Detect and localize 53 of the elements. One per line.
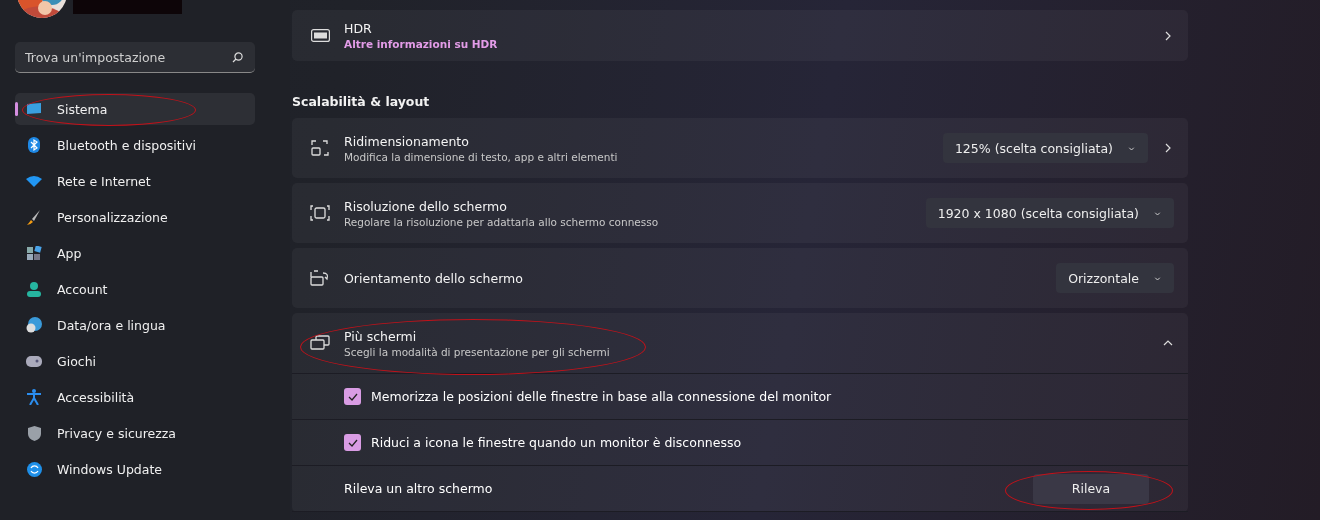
- rotate-screen-icon: [310, 270, 330, 286]
- setting-description: Scegli la modalità di presentazione per gli schermi: [344, 345, 611, 358]
- resize-icon: [311, 139, 329, 157]
- checkbox-label: Memorizza le posizioni delle finestre in base alla connessione del monitor: [371, 389, 832, 404]
- check-icon: [347, 438, 358, 447]
- bluetooth-icon: [28, 137, 40, 153]
- nav-item[interactable]: Windows Update: [15, 453, 255, 485]
- setting-title: Ridimensionamento: [344, 133, 470, 149]
- nav-item[interactable]: Privacy e sicurezza: [15, 417, 255, 449]
- selection-indicator: [15, 102, 18, 116]
- setting-description: Regolare la risoluzione per adattarla allo schermo connesso: [344, 215, 660, 228]
- dropdown[interactable]: 1920 x 1080 (scelta consigliata): [925, 198, 1174, 228]
- detect-button[interactable]: Rileva: [1033, 473, 1149, 504]
- setting-title: Risoluzione dello schermo: [344, 198, 508, 214]
- nav-item[interactable]: Giochi: [15, 345, 255, 377]
- setting-title: HDR: [344, 21, 373, 36]
- checkbox[interactable]: [344, 388, 361, 405]
- person-icon: [27, 281, 41, 297]
- nav-item[interactable]: Bluetooth e dispositivi: [15, 129, 255, 161]
- nav-item[interactable]: Sistema: [15, 93, 255, 125]
- multi-display-header[interactable]: Più schermi Scegli la modalità di presentazione per gli schermi: [292, 313, 1188, 374]
- hdr-info-link[interactable]: Altre informazioni su HDR: [344, 38, 1148, 50]
- nav-item[interactable]: App: [15, 237, 255, 269]
- accessibility-icon: [27, 389, 41, 405]
- globe-clock-icon: [26, 317, 42, 333]
- check-icon: [347, 392, 358, 401]
- checkbox[interactable]: [344, 434, 361, 451]
- nav-item[interactable]: Account: [15, 273, 255, 305]
- nav-item[interactable]: Rete e Internet: [15, 165, 255, 197]
- dropdown[interactable]: Orizzontale: [1056, 263, 1174, 293]
- setting-description: Modifica la dimensione di testo, app e altri elementi: [344, 150, 619, 163]
- section-title: Scalabilità & layout: [292, 94, 431, 109]
- search-icon: [232, 52, 243, 63]
- checkbox-label: Riduci a icona le finestre quando un monitor è disconnesso: [371, 435, 742, 450]
- brush-icon: [27, 209, 41, 225]
- resolution-icon: [310, 205, 330, 221]
- nav-item[interactable]: Data/ora e lingua: [15, 309, 255, 341]
- gamepad-icon: [26, 355, 42, 367]
- monitor-icon: [26, 102, 42, 116]
- setting-title: Orientamento dello schermo: [344, 270, 524, 286]
- option-label: Rileva un altro schermo: [344, 481, 493, 496]
- wifi-icon: [26, 175, 42, 187]
- hdr-card[interactable]: HDR Altre informazioni su HDR: [292, 10, 1188, 61]
- apps-icon: [26, 245, 42, 261]
- search-field[interactable]: Trova un'impostazione: [15, 42, 255, 73]
- hdr-icon: [310, 29, 330, 42]
- setting-title: Più schermi: [344, 328, 418, 344]
- nav-item[interactable]: Accessibilità: [15, 381, 255, 413]
- monitors-icon: [310, 335, 330, 351]
- shield-icon: [27, 425, 41, 441]
- dropdown[interactable]: 125% (scelta consigliata): [942, 133, 1148, 163]
- nav-item[interactable]: Personalizzazione: [15, 201, 255, 233]
- sync-icon: [26, 461, 42, 477]
